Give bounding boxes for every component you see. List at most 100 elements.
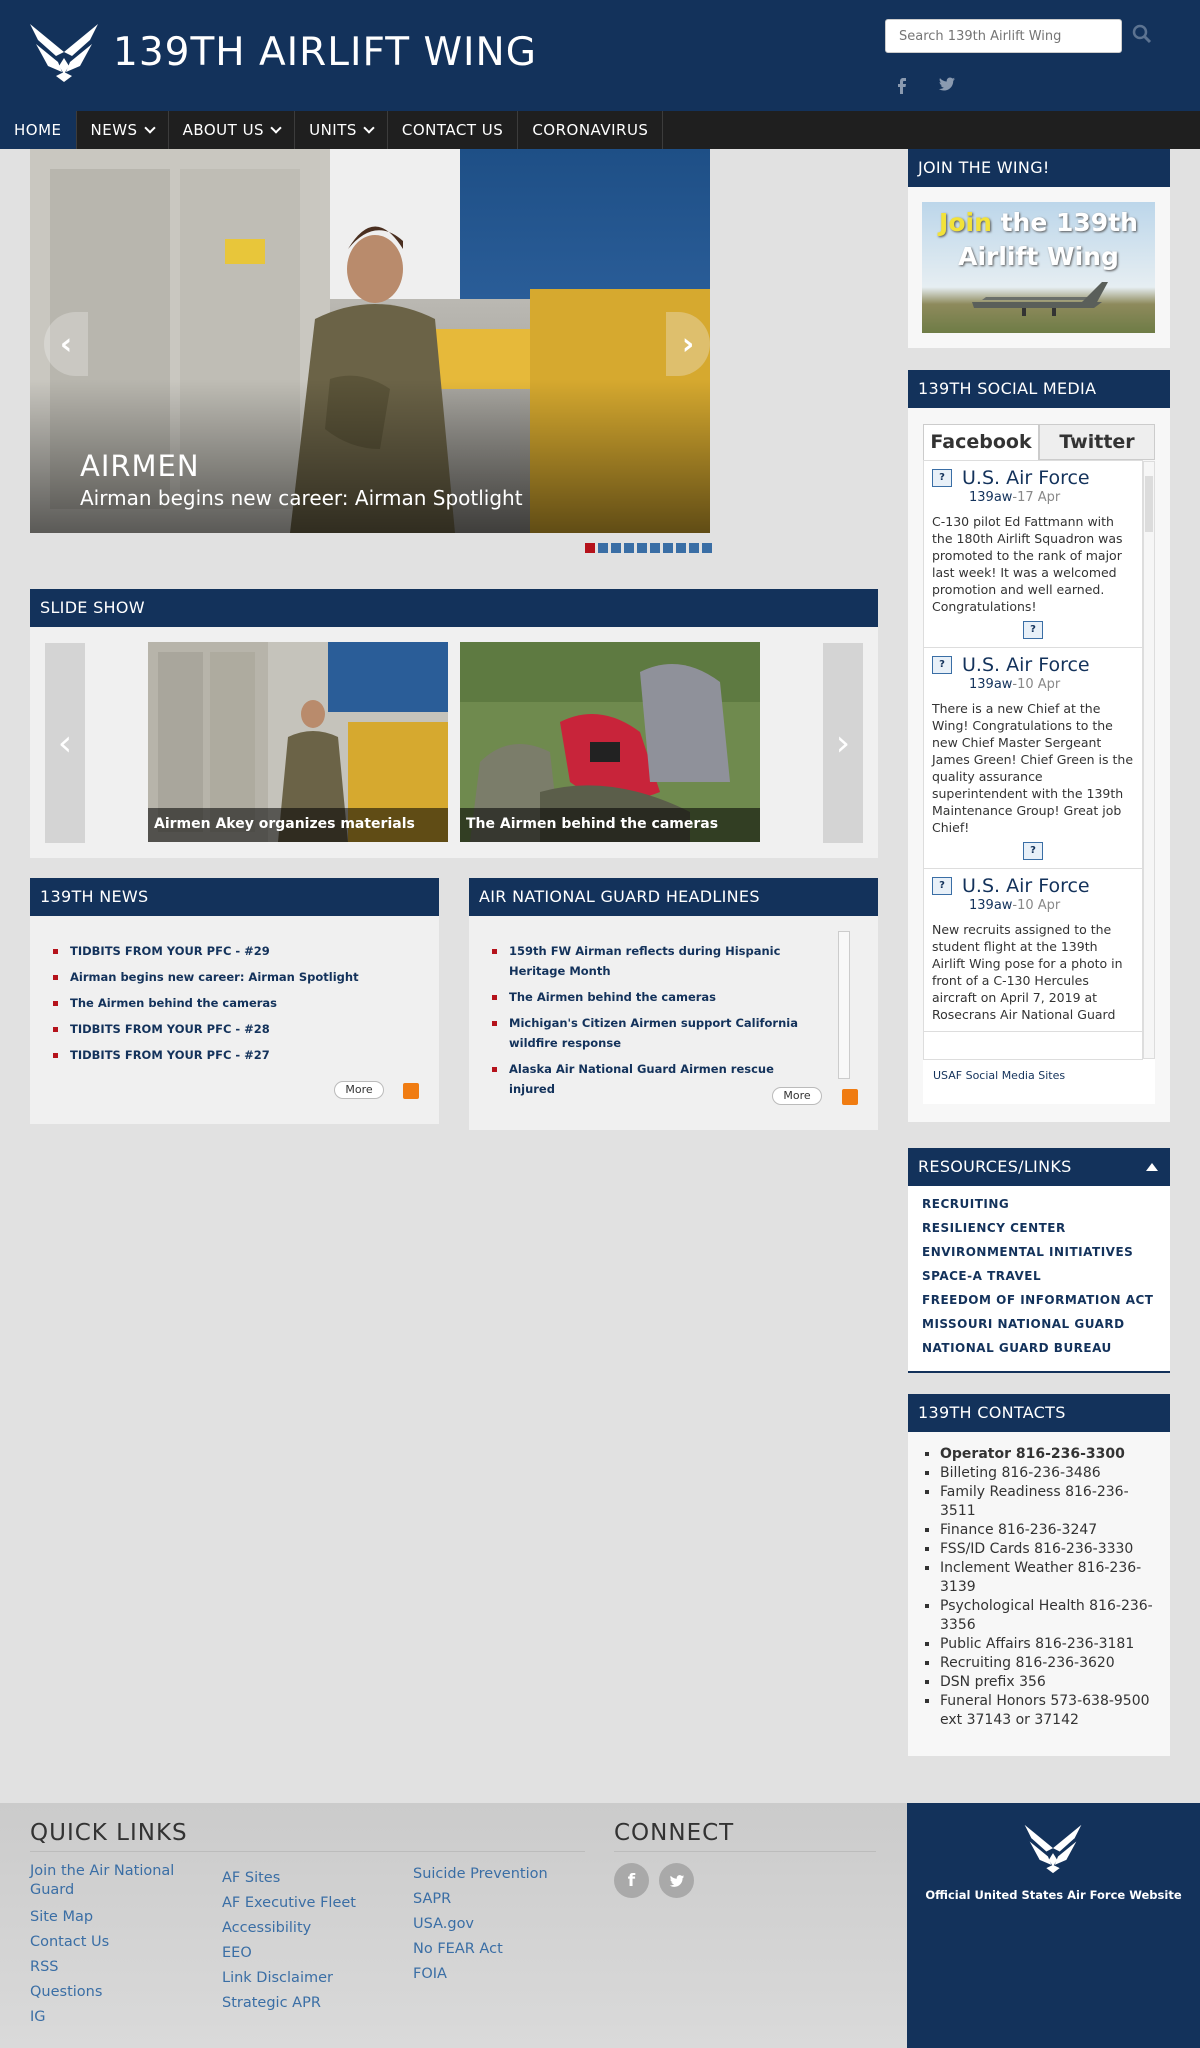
feed-post: ? U.S. Air Force 139aw-10 Apr There is a … xyxy=(924,648,1142,869)
hero-caption[interactable]: Airman begins new career: Airman Spotlig… xyxy=(80,486,523,510)
post-image-icon[interactable]: ? xyxy=(1023,621,1043,639)
carousel-dot[interactable] xyxy=(650,543,660,553)
resources-title: RESOURCES/LINKS xyxy=(908,1148,1170,1186)
join-rest: the 139th xyxy=(991,208,1138,237)
join-banner[interactable]: Join the 139th Airlift Wing xyxy=(922,202,1155,333)
post-handle[interactable]: 139aw xyxy=(969,898,1012,913)
resource-link[interactable]: SPACE-A TRAVEL xyxy=(922,1264,1153,1288)
footer-facebook-icon[interactable]: f xyxy=(614,1863,649,1898)
headline-item[interactable]: Michigan's Citizen Airmen support Califo… xyxy=(489,1013,809,1053)
footer-link[interactable]: IG xyxy=(30,2005,190,2030)
carousel-dot[interactable] xyxy=(663,543,673,553)
tab-facebook[interactable]: Facebook xyxy=(923,424,1039,460)
footer-link[interactable]: Questions xyxy=(30,1980,190,2005)
news-item[interactable]: The Airmen behind the cameras xyxy=(50,993,430,1013)
post-author[interactable]: U.S. Air Force xyxy=(962,875,1090,897)
carousel-dot[interactable] xyxy=(689,543,699,553)
footer-link[interactable]: FOIA xyxy=(413,1962,583,1987)
headlines-scrollbar[interactable] xyxy=(838,931,850,1079)
footer-link[interactable]: Link Disclaimer xyxy=(222,1966,402,1991)
nav-coronavirus[interactable]: CORONAVIRUS xyxy=(518,111,664,149)
footer-link[interactable]: EEO xyxy=(222,1941,402,1966)
footer-link[interactable]: SAPR xyxy=(413,1887,583,1912)
news-more-button[interactable]: More xyxy=(334,1081,384,1099)
nav-home[interactable]: HOME xyxy=(0,111,77,149)
footer-link[interactable]: Site Map xyxy=(30,1905,190,1930)
footer-link[interactable]: AF Sites xyxy=(222,1866,402,1891)
headlines-more-button[interactable]: More xyxy=(772,1087,822,1105)
footer-col-2: AF Sites AF Executive Fleet Accessibilit… xyxy=(222,1866,402,2016)
air-force-logo-icon[interactable] xyxy=(28,22,100,84)
nav-contact-us[interactable]: CONTACT US xyxy=(388,111,519,149)
join-highlight: Join xyxy=(939,208,992,237)
air-force-logo-icon xyxy=(1024,1824,1082,1874)
news-item[interactable]: TIDBITS FROM YOUR PFC - #29 xyxy=(50,941,430,961)
footer-link[interactable]: Contact Us xyxy=(30,1930,190,1955)
join-banner-line2: Airlift Wing xyxy=(958,242,1119,271)
avatar-icon: ? xyxy=(932,656,952,674)
post-author[interactable]: U.S. Air Force xyxy=(962,654,1090,676)
carousel-dot[interactable] xyxy=(637,543,647,553)
news-item[interactable]: TIDBITS FROM YOUR PFC - #28 xyxy=(50,1019,430,1039)
footer-link[interactable]: RSS xyxy=(30,1955,190,1980)
post-author[interactable]: U.S. Air Force xyxy=(962,467,1090,489)
search-input[interactable] xyxy=(885,19,1122,53)
post-date: -10 Apr xyxy=(1012,898,1061,913)
resource-link[interactable]: NATIONAL GUARD BUREAU xyxy=(922,1336,1153,1360)
news-item[interactable]: Airman begins new career: Airman Spotlig… xyxy=(50,967,430,987)
footer-twitter-icon[interactable] xyxy=(659,1863,694,1898)
news-list: TIDBITS FROM YOUR PFC - #29 Airman begin… xyxy=(50,941,430,1071)
tab-twitter[interactable]: Twitter xyxy=(1039,424,1155,460)
resource-link[interactable]: RESILIENCY CENTER xyxy=(922,1216,1153,1240)
carousel-dot[interactable] xyxy=(676,543,686,553)
slideshow-prev-button[interactable]: ‹ xyxy=(45,643,85,843)
contact-item: FSS/ID Cards 816-236-3330 xyxy=(940,1540,1158,1559)
post-handle[interactable]: 139aw xyxy=(969,490,1012,505)
nav-about-us[interactable]: ABOUT US xyxy=(169,111,296,149)
carousel-dot[interactable] xyxy=(624,543,634,553)
usaf-social-link[interactable]: USAF Social Media Sites xyxy=(923,1054,1155,1097)
resource-link[interactable]: RECRUITING xyxy=(922,1192,1153,1216)
carousel-dot[interactable] xyxy=(598,543,608,553)
facebook-icon[interactable] xyxy=(892,74,912,94)
slideshow-next-button[interactable]: › xyxy=(823,643,863,843)
hero-category[interactable]: AIRMEN xyxy=(80,449,200,483)
hero-carousel[interactable]: ‹ › AIRMEN Airman begins new career: Air… xyxy=(30,149,710,533)
resource-link[interactable]: ENVIRONMENTAL INITIATIVES xyxy=(922,1240,1153,1264)
footer-link[interactable]: AF Executive Fleet xyxy=(222,1891,402,1916)
rss-icon[interactable] xyxy=(403,1083,419,1099)
nav-units[interactable]: UNITS xyxy=(295,111,388,149)
carousel-dot[interactable] xyxy=(611,543,621,553)
headline-item[interactable]: 159th FW Airman reflects during Hispanic… xyxy=(489,941,809,981)
collapse-icon[interactable] xyxy=(1146,1163,1158,1171)
footer-link[interactable]: No FEAR Act xyxy=(413,1937,583,1962)
nav-home-label: HOME xyxy=(14,121,62,139)
site-title[interactable]: 139TH AIRLIFT WING xyxy=(113,30,537,75)
feed-scroll-thumb[interactable] xyxy=(1145,476,1153,532)
footer-link[interactable]: Join the Air National Guard xyxy=(30,1862,190,1900)
rss-icon[interactable] xyxy=(842,1089,858,1105)
slideshow-slide[interactable]: Airmen Akey organizes materials xyxy=(148,642,448,842)
resource-link[interactable]: FREEDOM OF INFORMATION ACT xyxy=(922,1288,1153,1312)
feed-scrollbar[interactable] xyxy=(1143,461,1155,1059)
carousel-dot[interactable] xyxy=(702,543,712,553)
news-item[interactable]: TIDBITS FROM YOUR PFC - #27 xyxy=(50,1045,430,1065)
carousel-dot[interactable] xyxy=(585,543,595,553)
social-feed[interactable]: ? U.S. Air Force 139aw-17 Apr C-130 pilot… xyxy=(923,460,1143,1060)
social-title: 139TH SOCIAL MEDIA xyxy=(908,370,1170,408)
slideshow-slide[interactable]: The Airmen behind the cameras xyxy=(460,642,760,842)
post-image-icon[interactable]: ? xyxy=(1023,842,1043,860)
search-icon[interactable] xyxy=(1132,24,1152,44)
footer-link[interactable]: USA.gov xyxy=(413,1912,583,1937)
quick-links-title: QUICK LINKS xyxy=(30,1820,188,1846)
footer-link[interactable]: Accessibility xyxy=(222,1916,402,1941)
headline-item[interactable]: Alaska Air National Guard Airmen rescue … xyxy=(489,1059,809,1099)
nav-news[interactable]: NEWS xyxy=(77,111,169,149)
resource-link[interactable]: MISSOURI NATIONAL GUARD xyxy=(922,1312,1153,1336)
usaf-badge[interactable]: Official United States Air Force Website xyxy=(907,1803,1200,2048)
headline-item[interactable]: The Airmen behind the cameras xyxy=(489,987,809,1007)
twitter-icon[interactable] xyxy=(937,74,957,94)
post-handle[interactable]: 139aw xyxy=(969,677,1012,692)
footer-link[interactable]: Suicide Prevention xyxy=(413,1862,583,1887)
footer-link[interactable]: Strategic APR xyxy=(222,1991,402,2016)
